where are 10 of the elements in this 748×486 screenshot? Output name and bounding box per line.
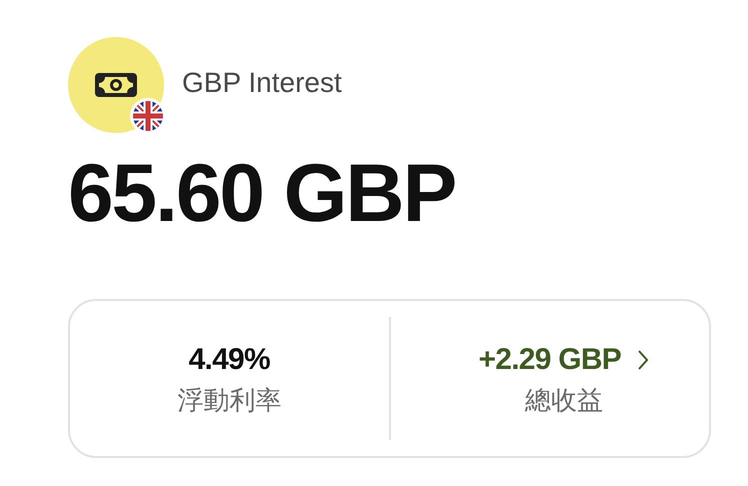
chevron-right-icon [637, 348, 649, 370]
stat-label: 浮動利率 [177, 386, 282, 412]
stat-value: +2.29 GBP [478, 344, 621, 374]
uk-flag-icon [130, 98, 166, 134]
banknote-icon [95, 73, 137, 97]
account-title: GBP Interest [182, 66, 342, 100]
stat-label: 總收益 [524, 386, 603, 412]
stat-value: 4.49% [188, 344, 270, 374]
earnings-button[interactable]: +2.29 GBP 總收益 [390, 317, 709, 440]
balance-amount: 65.60 GBP [68, 153, 456, 235]
